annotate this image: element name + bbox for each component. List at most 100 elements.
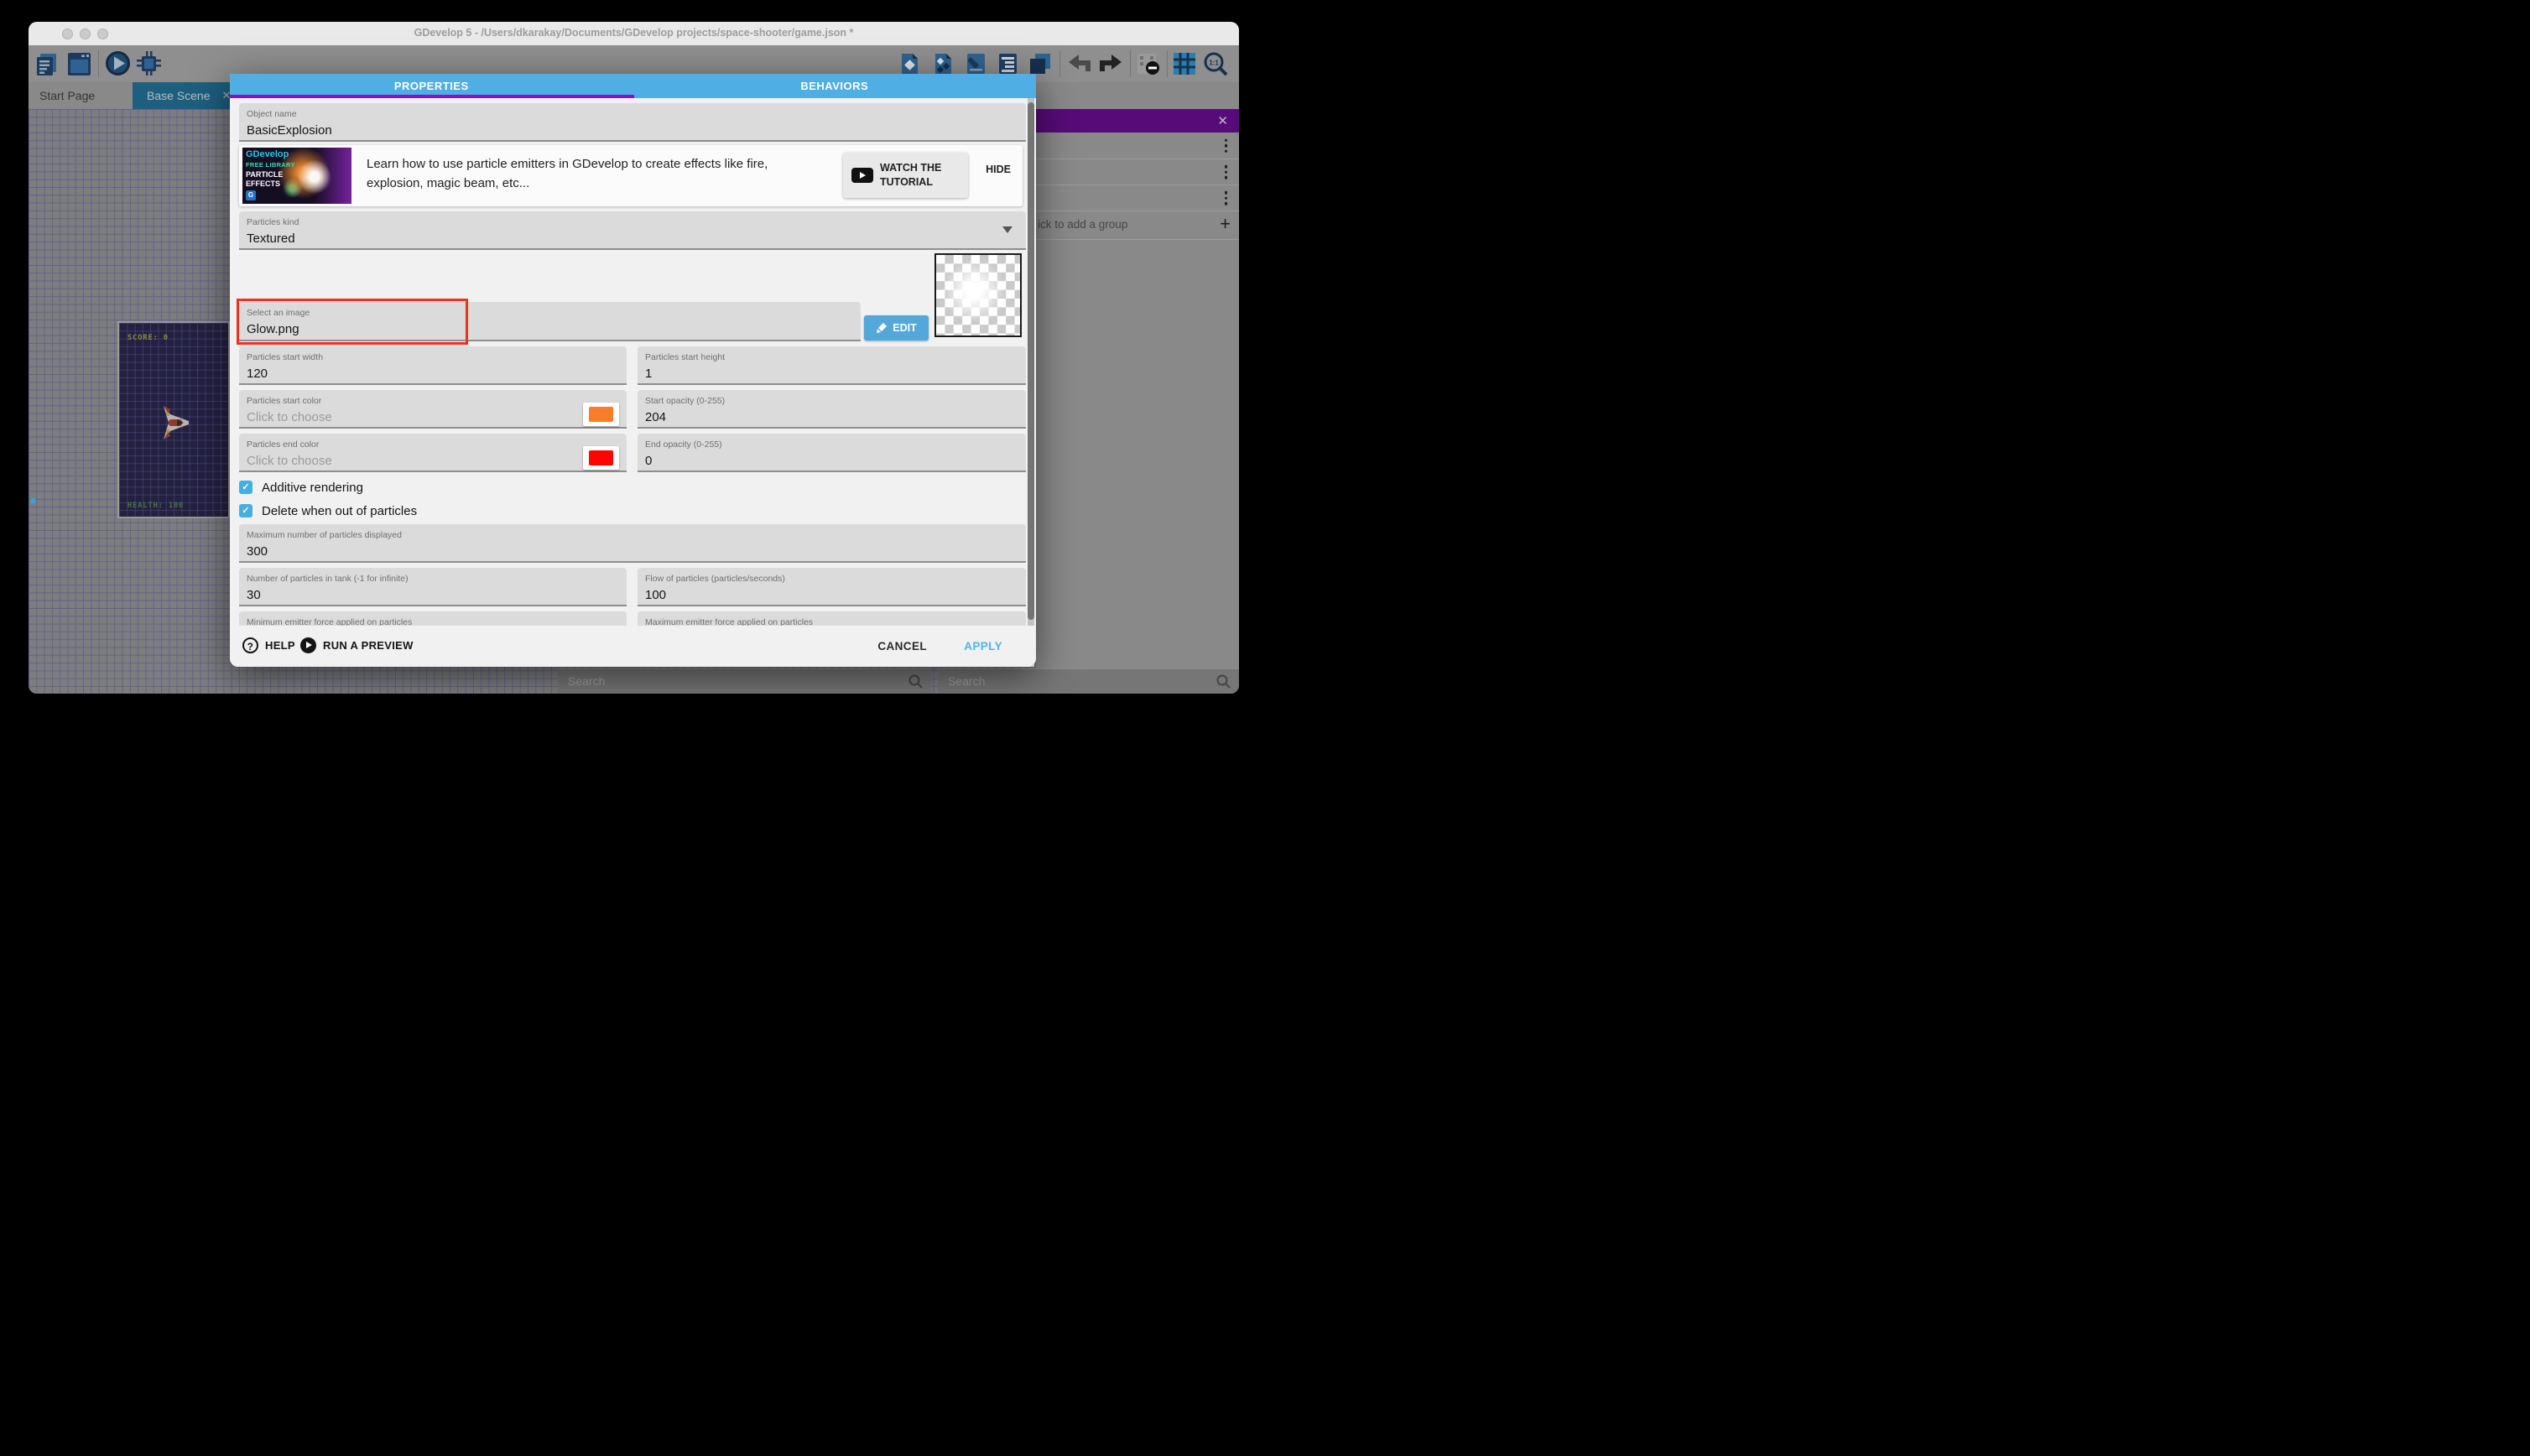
objects-search-field[interactable]: Search xyxy=(938,668,1239,694)
cancel-button[interactable]: CANCEL xyxy=(877,640,927,653)
help-label: HELP xyxy=(265,639,295,652)
screenshot-stage: GDevelop 5 - /Users/dkarakay/Documents/G… xyxy=(0,0,1265,728)
svg-text:1:1: 1:1 xyxy=(1209,60,1219,67)
row-menu-icon[interactable] xyxy=(1225,138,1228,153)
min-force-field[interactable]: Minimum emitter force applied on particl… xyxy=(239,611,627,626)
particle-texture-preview xyxy=(934,253,1022,337)
field-value: 0 xyxy=(645,454,652,468)
field-label: Particles end color xyxy=(247,439,319,450)
editor-search-field[interactable]: Search xyxy=(558,668,931,694)
redo-icon[interactable] xyxy=(1098,54,1123,74)
edit-image-button[interactable]: EDIT xyxy=(864,315,929,341)
field-label: Minimum emitter force applied on particl… xyxy=(247,617,412,626)
debug-icon[interactable] xyxy=(136,50,162,76)
field-value: 204 xyxy=(645,410,666,424)
project-manager-icon[interactable] xyxy=(35,52,58,76)
play-preview-icon xyxy=(300,637,316,653)
youtube-play-icon xyxy=(851,168,873,183)
object-name-field[interactable]: Object name BasicExplosion xyxy=(239,103,1026,142)
spaceship-sprite[interactable] xyxy=(162,403,190,443)
max-force-field[interactable]: Maximum emitter force applied on particl… xyxy=(638,611,1026,626)
tab-start-page[interactable]: Start Page xyxy=(39,82,123,109)
additive-rendering-label: Additive rendering xyxy=(262,481,363,495)
start-width-field[interactable]: Particles start width 120 xyxy=(239,346,627,385)
field-value: Click to choose xyxy=(247,454,332,468)
canvas-scroll-indicator[interactable] xyxy=(30,498,36,504)
tab-label: Start Page xyxy=(39,89,95,102)
run-preview-label: RUN A PREVIEW xyxy=(323,639,414,652)
object-list-row[interactable] xyxy=(1036,133,1239,159)
edit-properties-icon[interactable] xyxy=(997,53,1018,75)
help-button[interactable]: ? HELP xyxy=(242,637,295,653)
close-panel-icon[interactable]: ✕ xyxy=(1217,113,1228,128)
end-color-swatch[interactable] xyxy=(583,446,619,470)
zoom-1-1-icon[interactable]: 1:1 xyxy=(1203,52,1228,77)
annotation-highlight-box xyxy=(237,299,468,345)
thumb-text: FREE LIBRARY xyxy=(246,161,295,169)
chevron-down-icon xyxy=(1002,226,1013,233)
layers-icon[interactable] xyxy=(1028,52,1052,75)
tank-field[interactable]: Number of particles in tank (-1 for infi… xyxy=(239,568,627,606)
hide-banner-button[interactable]: HIDE xyxy=(977,164,1019,175)
end-opacity-field[interactable]: End opacity (0-255) 0 xyxy=(638,434,1026,472)
object-list-row[interactable] xyxy=(1036,185,1239,211)
max-particles-field[interactable]: Maximum number of particles displayed 30… xyxy=(239,524,1026,563)
field-value: 300 xyxy=(247,544,268,559)
objects-panel-header: ✕ xyxy=(1036,109,1239,133)
dialog-tab-header: PROPERTIES BEHAVIORS xyxy=(230,74,1036,98)
field-label: Start opacity (0-255) xyxy=(645,396,725,406)
add-group-row[interactable]: ick to add a group + xyxy=(1036,211,1239,240)
object-list-row[interactable] xyxy=(1036,159,1239,185)
flow-field[interactable]: Flow of particles (particles/seconds) 10… xyxy=(638,568,1026,606)
objects-panel: ✕ ick to add a group + xyxy=(1036,109,1239,694)
toggle-grid-icon[interactable] xyxy=(1173,52,1196,75)
watch-tutorial-button[interactable]: WATCH THE TUTORIAL xyxy=(843,153,968,198)
start-color-field[interactable]: Particles start color Click to choose xyxy=(239,390,627,429)
add-object-icon[interactable] xyxy=(899,53,920,75)
tab-label: Base Scene xyxy=(147,89,211,102)
brush-icon xyxy=(876,322,888,334)
delete-when-out-label: Delete when out of particles xyxy=(262,504,417,518)
toolbar-separator xyxy=(1130,50,1131,77)
run-preview-button[interactable]: RUN A PREVIEW xyxy=(300,637,414,653)
toolbar-separator xyxy=(98,50,99,77)
search-placeholder: Search xyxy=(568,674,605,688)
field-value: 100 xyxy=(645,588,666,602)
tab-behaviors[interactable]: BEHAVIORS xyxy=(633,74,1037,98)
help-icon: ? xyxy=(242,637,258,653)
add-object-group-icon[interactable] xyxy=(933,53,954,75)
field-value: 1 xyxy=(645,367,652,381)
undo-icon[interactable] xyxy=(1067,54,1092,74)
additive-rendering-checkbox[interactable]: ✓ xyxy=(239,481,252,494)
play-icon[interactable] xyxy=(105,50,131,76)
titlebar: GDevelop 5 - /Users/dkarakay/Documents/G… xyxy=(29,22,1239,45)
window-title: GDevelop 5 - /Users/dkarakay/Documents/G… xyxy=(29,27,1239,39)
edit-scene-icon[interactable] xyxy=(966,53,986,75)
tab-base-scene[interactable]: Base Scene ✕ xyxy=(133,82,237,109)
add-group-plus-icon[interactable]: + xyxy=(1220,213,1231,235)
field-label: Object name xyxy=(247,109,297,119)
start-opacity-field[interactable]: Start opacity (0-255) 204 xyxy=(638,390,1026,429)
start-color-swatch[interactable] xyxy=(583,403,619,426)
start-height-field[interactable]: Particles start height 1 xyxy=(638,346,1026,385)
score-hud-text: SCORE: 0 xyxy=(128,334,169,342)
scene-window-icon[interactable] xyxy=(67,52,91,76)
field-value: 120 xyxy=(247,367,268,381)
tutorial-thumbnail[interactable]: GDevelop FREE LIBRARY PARTICLE EFFECTS G xyxy=(242,148,351,204)
field-value: Click to choose xyxy=(247,410,332,424)
thumb-text: PARTICLE xyxy=(246,170,283,179)
row-menu-icon[interactable] xyxy=(1225,191,1228,205)
thumb-text: GDevelop xyxy=(246,149,289,159)
toolbar-separator xyxy=(1167,50,1168,77)
color-swatch-red xyxy=(589,450,613,465)
dialog-scrollbar-thumb[interactable] xyxy=(1028,102,1034,620)
field-label: Number of particles in tank (-1 for infi… xyxy=(247,574,409,584)
toggle-mask-icon[interactable] xyxy=(1136,52,1161,75)
delete-when-out-checkbox[interactable]: ✓ xyxy=(239,504,252,517)
end-color-field[interactable]: Particles end color Click to choose xyxy=(239,434,627,472)
search-icon xyxy=(1216,674,1231,689)
particles-kind-select[interactable]: Particles kind Textured xyxy=(239,211,1026,250)
apply-button[interactable]: APPLY xyxy=(964,640,1002,653)
checkmark-icon: ✓ xyxy=(242,482,249,492)
row-menu-icon[interactable] xyxy=(1225,165,1228,179)
